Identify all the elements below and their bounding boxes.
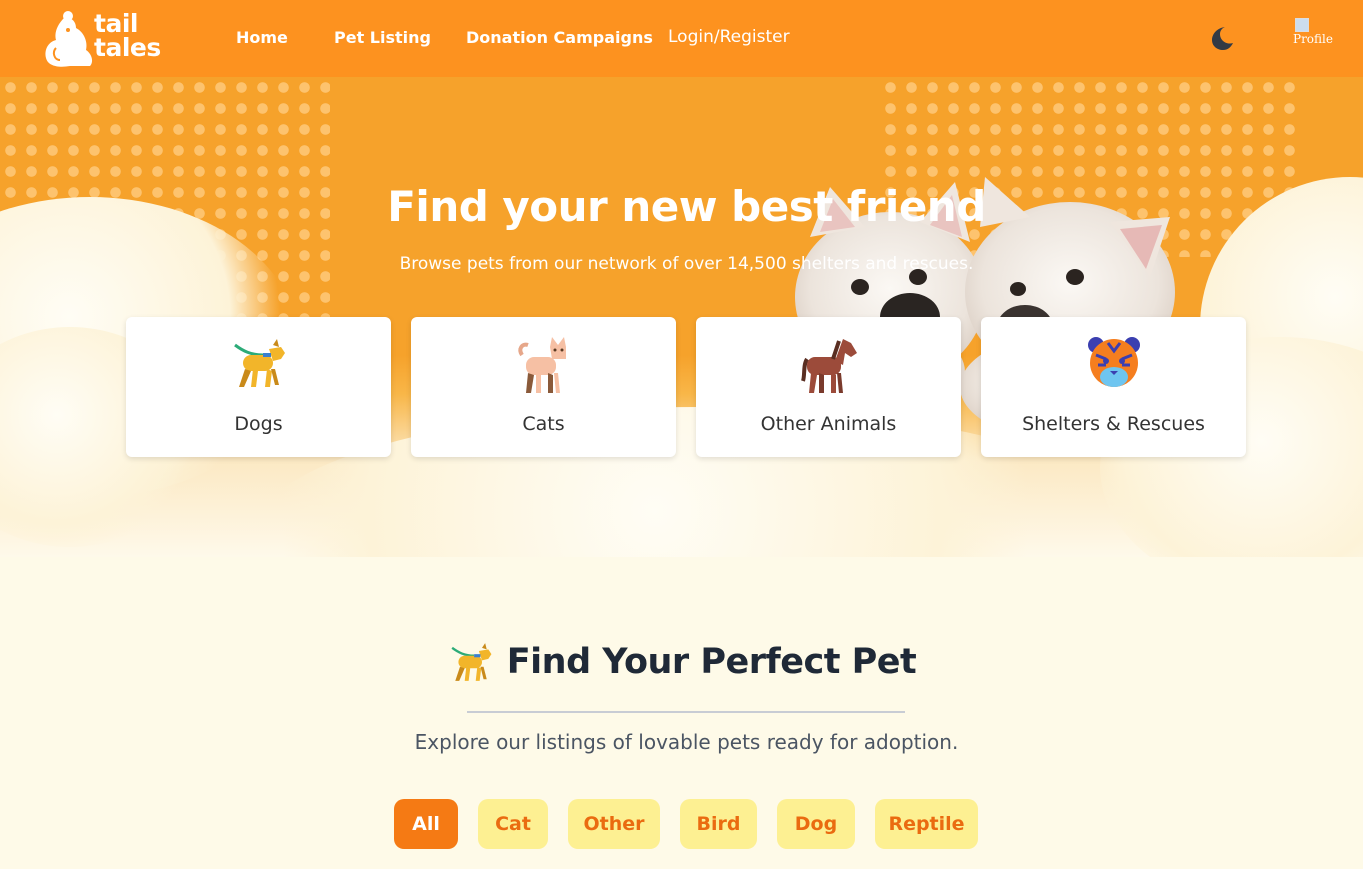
category-card-other-animals[interactable]: Other Animals (696, 317, 961, 457)
filter-dog[interactable]: Dog (777, 799, 855, 849)
category-label: Other Animals (760, 413, 897, 435)
filter-reptile[interactable]: Reptile (875, 799, 978, 849)
logo[interactable]: tail tales (42, 6, 172, 68)
nav-home[interactable]: Home (236, 28, 288, 47)
nav-pet-listing[interactable]: Pet Listing (334, 28, 431, 47)
filter-bird[interactable]: Bird (680, 799, 757, 849)
category-card-dogs[interactable]: Dogs (126, 317, 391, 457)
hero-subtitle: Browse pets from our network of over 14,… (399, 254, 974, 274)
nav-login-register[interactable]: Login/Register (668, 27, 790, 47)
moon-icon (1212, 27, 1233, 50)
profile-avatar[interactable]: Profile (1293, 18, 1337, 58)
category-card-shelters-rescues[interactable]: Shelters & Rescues (981, 317, 1246, 457)
section-header: Find Your Perfect Pet (0, 640, 1363, 684)
section-subtitle: Explore our listings of lovable pets rea… (414, 730, 959, 754)
cat-icon (517, 337, 566, 393)
filter-other[interactable]: Other (568, 799, 660, 849)
category-label: Cats (522, 413, 565, 435)
brand-name: tail tales (94, 11, 161, 62)
dark-mode-toggle[interactable] (1207, 24, 1235, 52)
section-title: Find Your Perfect Pet (506, 642, 917, 682)
broken-image-icon (1295, 18, 1309, 32)
section-divider (467, 711, 905, 713)
category-label: Dogs (234, 413, 283, 435)
filter-cat[interactable]: Cat (478, 799, 548, 849)
hero-banner: Find your new best friend Browse pets fr… (0, 77, 1363, 557)
dog-icon (233, 339, 285, 387)
profile-alt-text: Profile (1293, 32, 1333, 46)
dog-logo-icon (45, 11, 93, 67)
dog-icon (451, 643, 492, 681)
category-card-cats[interactable]: Cats (411, 317, 676, 457)
horse-icon (800, 339, 857, 393)
navbar: tail tales Home Pet Listing Donation Cam… (0, 0, 1363, 77)
tiger-icon (1087, 337, 1140, 387)
hero-title: Find your new best friend (387, 182, 986, 231)
brand-line2: tales (94, 33, 161, 62)
nav-donation-campaigns[interactable]: Donation Campaigns (466, 28, 653, 47)
filter-all[interactable]: All (394, 799, 458, 849)
category-label: Shelters & Rescues (1022, 413, 1205, 435)
